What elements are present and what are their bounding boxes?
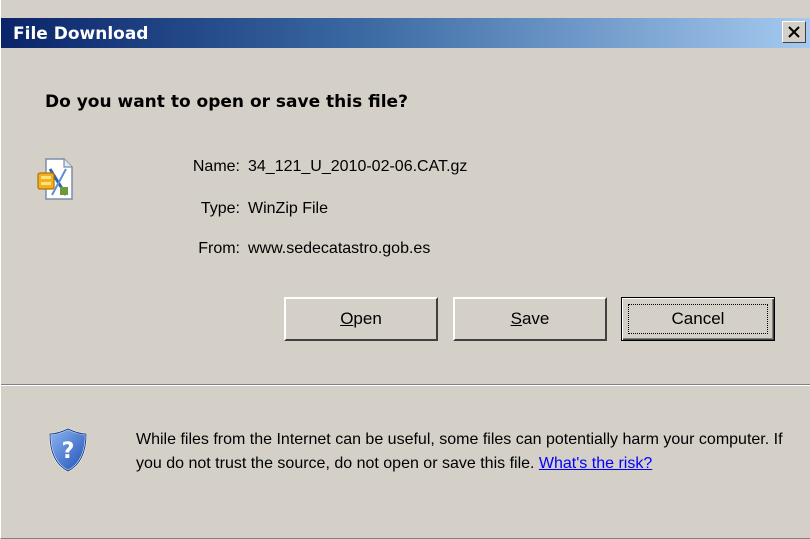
separator-highlight [1, 385, 810, 386]
svg-text:?: ? [62, 439, 75, 464]
title-bar[interactable]: File Download [1, 18, 810, 48]
from-value: www.sedecatastro.gob.es [248, 240, 431, 257]
file-download-dialog: File Download Do you want to open or sav… [0, 0, 810, 539]
file-name-value: 34_121_U_2010-02-06.CAT.gz [248, 158, 468, 175]
winzip-file-icon [36, 157, 76, 206]
dialog-question: Do you want to open or save this file? [45, 92, 408, 112]
close-icon [788, 26, 800, 38]
focus-ring [628, 304, 768, 334]
whats-the-risk-link[interactable]: What's the risk? [539, 455, 652, 472]
security-shield-question-icon: ? [48, 427, 88, 478]
close-button[interactable] [782, 21, 806, 43]
name-label: Name: [192, 158, 240, 175]
from-label: From: [198, 240, 240, 257]
open-button[interactable]: Open [284, 297, 438, 341]
security-warning: While files from the Internet can be use… [136, 428, 786, 476]
file-type-value: WinZip File [248, 200, 329, 217]
warning-text: While files from the Internet can be use… [136, 431, 783, 472]
save-button[interactable]: Save [453, 297, 607, 341]
save-button-label: Save [510, 309, 550, 328]
window-title: File Download [13, 24, 149, 44]
open-button-label: Open [340, 309, 382, 328]
cancel-button[interactable]: Cancel [621, 297, 775, 341]
type-label: Type: [200, 200, 240, 217]
